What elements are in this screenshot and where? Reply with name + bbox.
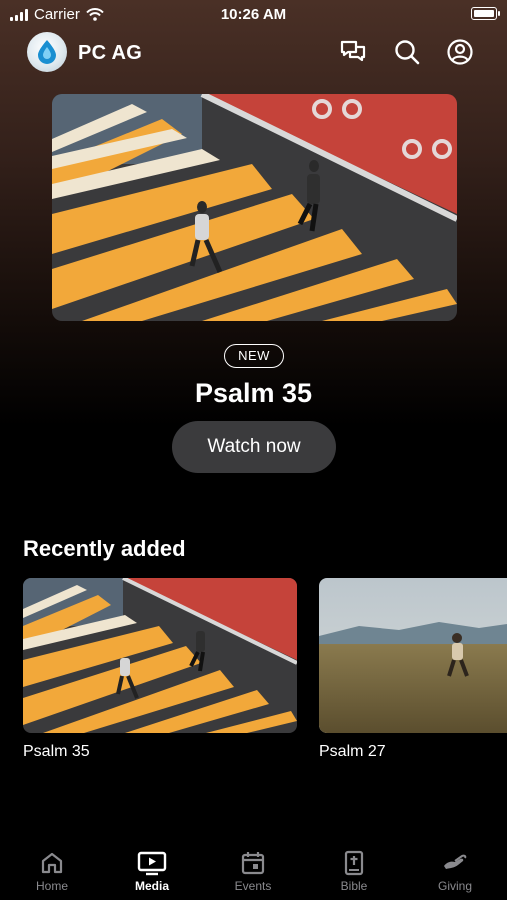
watch-now-button[interactable]: Watch now (172, 421, 336, 473)
tab-label: Home (35, 879, 68, 893)
media-card[interactable]: Psalm 35 (23, 578, 297, 761)
featured-title: Psalm 35 (194, 378, 313, 408)
tab-giving[interactable]: Giving (420, 850, 490, 893)
search-icon[interactable] (393, 38, 421, 66)
battery-icon (471, 7, 500, 20)
tab-label: Bible (340, 879, 368, 893)
status-time: 10:26 AM (220, 6, 287, 23)
tab-events[interactable]: Events (218, 850, 288, 893)
tab-label: Giving (437, 879, 472, 893)
tab-media[interactable]: Media (117, 850, 187, 893)
tab-label: Events (234, 879, 272, 893)
media-card-thumbnail[interactable] (23, 578, 297, 733)
tab-bible[interactable]: Bible (319, 850, 389, 893)
media-icon (137, 851, 167, 876)
profile-icon[interactable] (446, 38, 474, 66)
home-icon (41, 852, 63, 874)
tab-label: Media (134, 879, 169, 893)
bottom-tab-bar: Home Media Events Bible Giving (0, 842, 507, 900)
tab-home[interactable]: Home (17, 850, 87, 893)
recently-added-heading: Recently added (23, 536, 186, 561)
chat-icon[interactable] (339, 38, 367, 66)
featured-video-thumbnail[interactable] (52, 94, 457, 321)
status-bar: Carrier 10:26 AM (0, 0, 507, 28)
calendar-icon (241, 852, 265, 875)
media-card[interactable]: Psalm 27 (319, 578, 507, 761)
bible-icon (344, 850, 364, 876)
giving-icon (444, 854, 467, 869)
app-title: PC AG (78, 42, 143, 64)
media-card-thumbnail[interactable] (319, 578, 507, 733)
new-badge: NEW (224, 344, 284, 368)
church-logo[interactable] (27, 32, 67, 72)
app-header: PC AG (0, 32, 507, 76)
media-card-title: Psalm 35 (23, 743, 90, 760)
media-card-title: Psalm 27 (319, 743, 386, 760)
